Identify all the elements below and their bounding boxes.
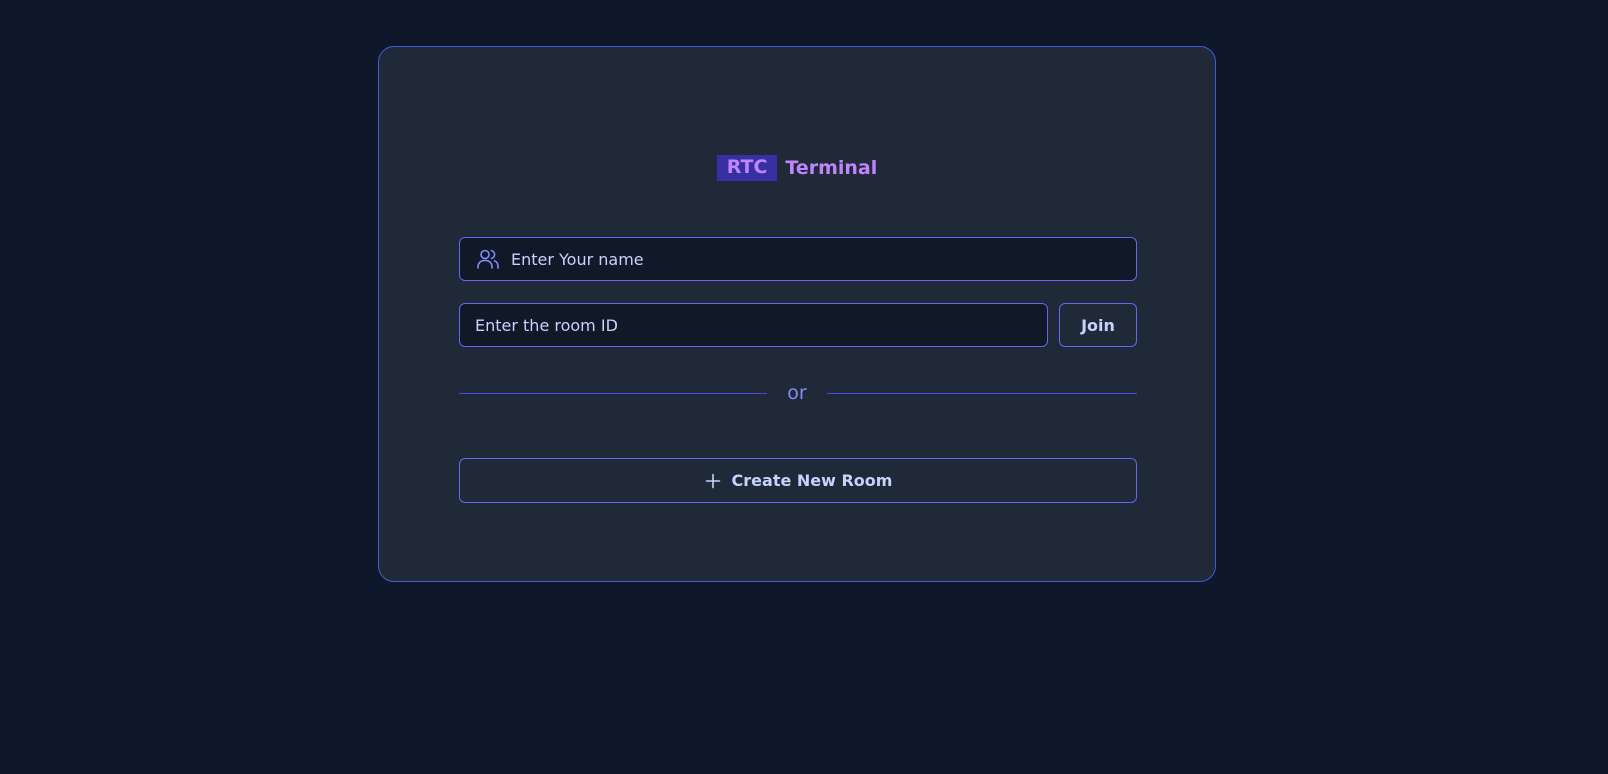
users-icon <box>475 246 501 272</box>
divider-line-right <box>827 393 1137 394</box>
join-button[interactable]: Join <box>1059 303 1137 347</box>
or-divider: or <box>459 381 1137 405</box>
create-new-room-button[interactable]: Create New Room <box>459 458 1137 503</box>
page: { "logo": { "badge": "RTC", "text": "Ter… <box>0 0 1608 774</box>
room-id-field[interactable] <box>459 303 1048 347</box>
name-field[interactable] <box>459 237 1137 281</box>
logo-badge: RTC <box>716 155 778 181</box>
logo-text: Terminal <box>785 156 878 179</box>
divider-line-left <box>459 393 767 394</box>
join-room-card: RTC Terminal Join or Create New Roo <box>378 46 1216 582</box>
name-input[interactable] <box>511 238 1136 280</box>
divider-text: or <box>787 382 807 404</box>
room-id-input[interactable] <box>475 304 1047 346</box>
app-logo: RTC Terminal <box>379 155 1215 181</box>
plus-icon <box>704 472 722 490</box>
create-new-room-label: Create New Room <box>731 471 893 490</box>
